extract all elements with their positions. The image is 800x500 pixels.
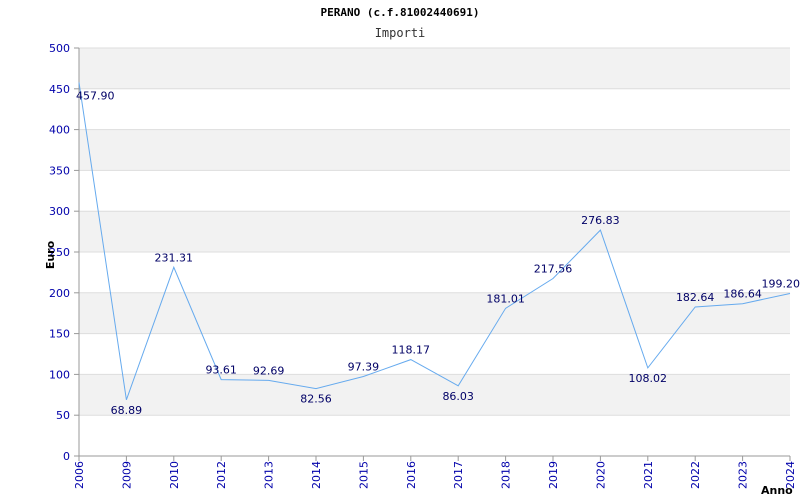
data-label: 199.20 [762,277,800,290]
x-tick-label: 2018 [500,461,513,489]
x-tick-label: 2019 [547,461,560,489]
data-label: 68.89 [111,404,143,417]
x-tick-label: 2009 [120,461,133,489]
y-tick-label: 50 [56,409,70,422]
y-tick-label: 300 [49,205,70,218]
data-label: 108.02 [629,372,668,385]
data-label: 82.56 [300,393,332,406]
x-tick-label: 2015 [357,461,370,489]
data-label: 457.90 [76,89,115,102]
grid-band [79,48,790,89]
data-label: 86.03 [442,390,474,403]
data-label: 217.56 [534,262,573,275]
x-tick-label: 2016 [405,461,418,489]
data-label: 92.69 [253,364,285,377]
x-axis-ticks: 2006 2009 2010 2012 2013 2014 2015 2016 2017 2018… [73,456,797,489]
y-tick-label: 400 [49,124,70,137]
x-tick-label: 2022 [689,461,702,489]
x-tick-label: 2012 [215,461,228,489]
y-tick-label: 200 [49,287,70,300]
x-tick-label: 2013 [263,461,276,489]
x-tick-label: 2020 [594,461,607,489]
y-axis-label: Euro [44,240,57,269]
y-tick-label: 100 [49,368,70,381]
data-label: 93.61 [205,364,237,377]
grid-band [79,374,790,416]
data-label: 231.31 [155,251,194,264]
data-label: 182.64 [676,291,715,304]
x-axis-label: Anno [761,484,793,497]
data-label: 186.64 [723,288,762,301]
data-label: 97.39 [348,361,380,374]
y-tick-label: 500 [49,42,70,55]
x-tick-label: 2010 [168,461,181,489]
y-tick-label: 150 [49,328,70,341]
grid-band [79,129,790,171]
chart-subtitle: Importi [375,26,426,40]
x-tick-label: 2006 [73,461,86,489]
data-label: 276.83 [581,214,620,227]
line-chart: 050100150200250300350400450500 2006 2009 2… [44,6,800,497]
chart-title: PERANO (c.f.81002440691) [321,6,480,19]
x-tick-label: 2023 [737,461,750,489]
y-tick-label: 0 [63,450,70,463]
x-tick-label: 2017 [452,461,465,489]
y-tick-label: 350 [49,164,70,177]
grid-band [79,211,790,252]
x-tick-label: 2021 [642,461,655,489]
data-label: 181.01 [486,292,525,305]
x-tick-label: 2014 [310,461,323,489]
grid-bands [79,48,790,416]
y-tick-label: 450 [49,83,70,96]
data-label: 118.17 [392,344,431,357]
